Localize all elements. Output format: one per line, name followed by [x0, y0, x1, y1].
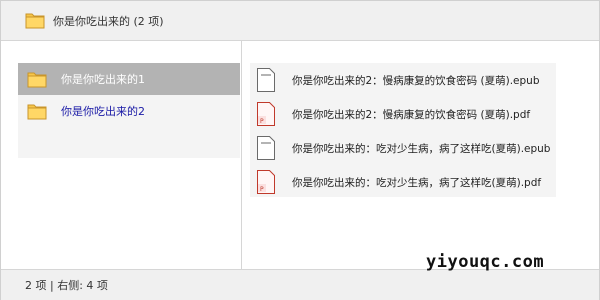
status-text: 2 项 | 右侧: 4 项	[25, 279, 108, 292]
svg-text:P: P	[260, 118, 264, 125]
pdf-file-icon: P	[257, 102, 275, 126]
file-name: 你是你吃出来的：吃对少生病，病了这样吃(夏萌).pdf	[292, 176, 542, 189]
pdf-file-icon: P	[257, 170, 275, 194]
watermark: yiyouqc.com	[426, 252, 545, 272]
folder-pane: 你是你吃出来的1 你是你吃出来的2	[1, 41, 241, 269]
file-row[interactable]: 你是你吃出来的：吃对少生病，病了这样吃(夏萌).epub	[250, 131, 556, 165]
file-row[interactable]: P 你是你吃出来的2：慢病康复的饮食密码 (夏萌).pdf	[250, 97, 556, 131]
file-name: 你是你吃出来的2：慢病康复的饮食密码 (夏萌).epub	[292, 74, 540, 87]
epub-file-icon	[257, 136, 275, 160]
file-row[interactable]: P 你是你吃出来的：吃对少生病，病了这样吃(夏萌).pdf	[250, 165, 556, 199]
svg-text:P: P	[260, 186, 264, 193]
file-name: 你是你吃出来的2：慢病康复的饮食密码 (夏萌).pdf	[292, 108, 531, 121]
folder-icon	[25, 12, 45, 29]
folder-item-1[interactable]: 你是你吃出来的1	[18, 63, 240, 95]
epub-file-icon	[257, 68, 275, 92]
page-title: 你是你吃出来的 (2 项)	[53, 14, 164, 28]
folder-item-label: 你是你吃出来的2	[61, 105, 145, 118]
file-name: 你是你吃出来的：吃对少生病，病了这样吃(夏萌).epub	[292, 142, 551, 155]
file-pane: 你是你吃出来的2：慢病康复的饮食密码 (夏萌).epub P 你是你吃出来的2：…	[242, 41, 599, 269]
file-row[interactable]: 你是你吃出来的2：慢病康复的饮食密码 (夏萌).epub	[250, 63, 556, 97]
folder-icon	[27, 71, 47, 88]
folder-item-label: 你是你吃出来的1	[61, 73, 145, 86]
status-bar: 2 项 | 右侧: 4 项	[1, 269, 599, 300]
header-bar: 你是你吃出来的 (2 项)	[1, 1, 599, 41]
file-list: 你是你吃出来的2：慢病康复的饮食密码 (夏萌).epub P 你是你吃出来的2：…	[250, 63, 556, 197]
folder-list: 你是你吃出来的1 你是你吃出来的2	[18, 63, 240, 158]
folder-item-2[interactable]: 你是你吃出来的2	[18, 95, 240, 127]
folder-icon	[27, 103, 47, 120]
